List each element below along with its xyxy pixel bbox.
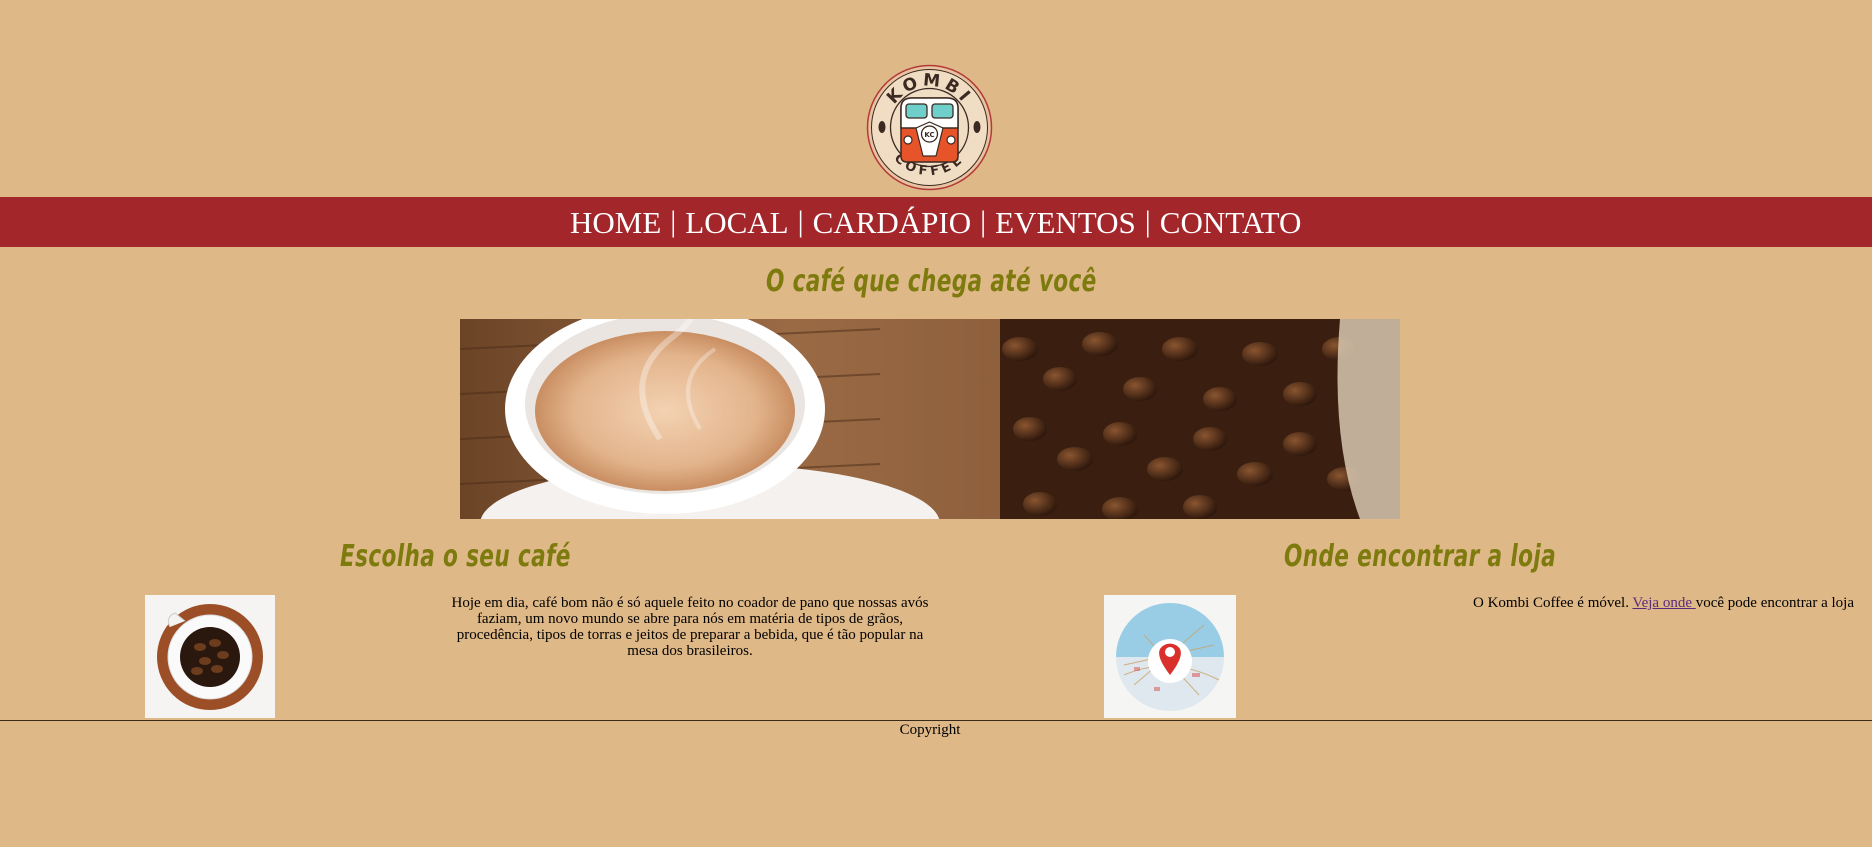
veja-onde-link[interactable]: Veja onde <box>1632 595 1695 611</box>
main-nav: HOME | LOCAL | CARDÁPIO | EVENTOS | CONT… <box>0 197 1872 247</box>
nav-separator: | <box>797 205 804 238</box>
choose-coffee-text: Hoje em dia, café bom não é só aquele fe… <box>451 595 929 659</box>
footer-divider <box>0 720 1872 721</box>
nav-separator: | <box>670 205 677 238</box>
footer-copyright: Copyright <box>899 722 961 738</box>
nav-links: HOME | LOCAL | CARDÁPIO | EVENTOS | CONT… <box>566 197 1305 247</box>
nav-local-link[interactable]: LOCAL <box>681 207 792 238</box>
map-pin-icon <box>1104 595 1236 718</box>
nav-home-link[interactable]: HOME <box>566 207 665 238</box>
find-store-heading: Onde encontrar a loja <box>1284 539 1557 574</box>
hero-banner-image <box>460 319 1400 519</box>
choose-coffee-heading: Escolha o seu café <box>340 539 571 574</box>
nav-eventos-link[interactable]: EVENTOS <box>991 207 1140 238</box>
find-text-after: você pode encontrar a loja <box>1695 595 1854 611</box>
nav-separator: | <box>980 205 987 238</box>
nav-separator: | <box>1144 205 1151 238</box>
find-store-text: O Kombi Coffee é móvel. Veja onde você p… <box>1473 595 1854 611</box>
kombi-van-logo-icon: KOMBI COFFEE KC <box>866 64 993 191</box>
nav-contato-link[interactable]: CONTATO <box>1156 207 1306 238</box>
find-text-before: O Kombi Coffee é móvel. <box>1473 595 1633 611</box>
kombi-coffee-logo[interactable]: KOMBI COFFEE KC <box>866 64 993 191</box>
coffee-beans-cup-image <box>145 595 275 718</box>
page-title: O café que chega até você <box>766 264 1097 299</box>
nav-cardapio-link[interactable]: CARDÁPIO <box>809 207 975 238</box>
svg-text:KC: KC <box>924 131 934 139</box>
